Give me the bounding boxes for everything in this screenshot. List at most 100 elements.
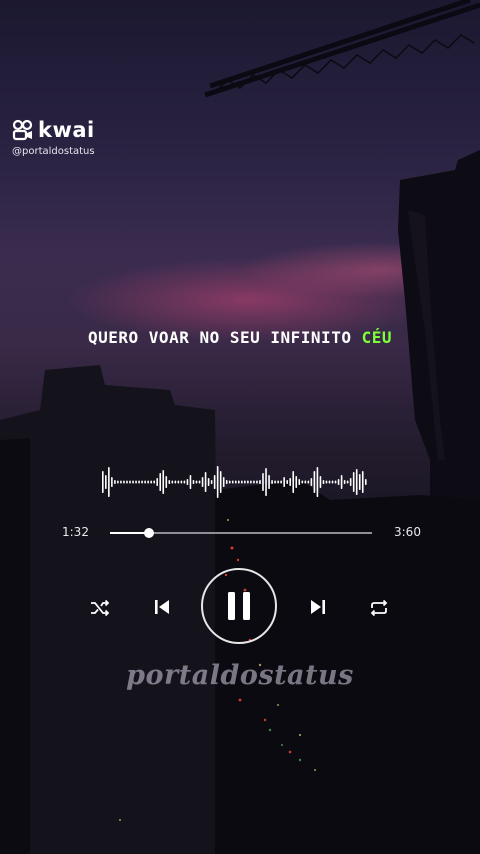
waveform-bar xyxy=(120,480,122,484)
waveform-bar xyxy=(159,473,162,491)
waveform-bar xyxy=(144,480,146,484)
waveform-bar xyxy=(219,471,222,493)
waveform-bar xyxy=(204,472,207,492)
waveform-bar xyxy=(235,480,237,484)
waveform-bar xyxy=(238,480,240,484)
waveform-bar xyxy=(126,480,128,484)
waveform-bar xyxy=(271,480,273,484)
waveform-bar xyxy=(292,471,295,493)
waveform-bar xyxy=(298,479,301,485)
waveform-bar xyxy=(117,480,119,484)
waveform-bar xyxy=(225,480,228,484)
waveform-bar xyxy=(174,480,177,484)
waveform-bar xyxy=(150,480,152,484)
repeat-icon xyxy=(370,599,388,617)
waveform-bar xyxy=(183,480,186,484)
waveform-bar xyxy=(189,475,192,489)
waveform-bar xyxy=(286,480,288,484)
waveform-bar xyxy=(265,468,267,496)
waveform-bar xyxy=(105,475,107,489)
pause-button[interactable] xyxy=(201,568,277,644)
waveform-bar xyxy=(162,470,165,494)
waveform-bar xyxy=(355,469,358,495)
brand-name: kwai xyxy=(38,118,95,142)
waveform-bar xyxy=(138,480,140,484)
waveform-bar xyxy=(201,477,204,487)
waveform-bar xyxy=(322,480,325,484)
waveform-bar xyxy=(307,480,310,484)
waveform-bar xyxy=(346,480,349,484)
waveform-bar xyxy=(331,480,334,484)
waveform-bar xyxy=(207,478,210,486)
waveform-bar xyxy=(213,475,216,489)
watermark-text: portaldostatus xyxy=(126,660,354,691)
waveform-bar xyxy=(358,474,361,490)
waveform-bar xyxy=(274,480,276,484)
kwai-logo-icon xyxy=(12,119,33,141)
waveform-bar xyxy=(259,480,261,484)
lyric-line: QUERO VOAR NO SEU INFINITO CÉU xyxy=(0,328,480,347)
waveform-bar xyxy=(210,480,213,484)
waveform-bar xyxy=(289,478,292,486)
audio-waveform xyxy=(102,466,367,498)
waveform-bar xyxy=(171,480,174,484)
waveform-bar xyxy=(316,467,319,497)
waveform-bar xyxy=(256,480,258,484)
waveform-bar xyxy=(165,476,168,488)
waveform-bar xyxy=(325,480,328,484)
waveform-bar xyxy=(283,477,285,487)
waveform-bar xyxy=(337,479,340,485)
waveform-bar xyxy=(198,480,201,484)
waveform-bar xyxy=(147,480,149,484)
waveform-bar xyxy=(186,479,189,485)
waveform-bar xyxy=(168,480,171,484)
lyric-text: QUERO VOAR NO SEU INFINITO xyxy=(88,328,352,347)
next-button[interactable] xyxy=(306,595,330,619)
waveform-bar xyxy=(216,466,219,498)
waveform-bar xyxy=(123,480,125,484)
waveform-bar xyxy=(141,480,143,484)
next-icon xyxy=(311,600,325,614)
waveform-bar xyxy=(156,478,159,486)
waveform-bar xyxy=(277,480,279,484)
waveform-bar xyxy=(241,480,243,484)
waveform-bar xyxy=(180,480,183,484)
waveform-bar xyxy=(334,480,337,484)
waveform-bar xyxy=(364,479,367,485)
repeat-button[interactable] xyxy=(367,596,391,620)
waveform-bar xyxy=(195,480,198,484)
previous-button[interactable] xyxy=(150,595,174,619)
waveform-bar xyxy=(268,475,270,489)
elapsed-time: 1:32 xyxy=(62,525,89,539)
waveform-bar xyxy=(310,478,313,486)
waveform-bar xyxy=(231,480,234,484)
lyric-highlight-word: CÉU xyxy=(361,328,392,347)
waveform-bar xyxy=(114,480,116,484)
waveform-bar xyxy=(343,480,346,484)
pause-icon xyxy=(228,592,250,620)
waveform-bar xyxy=(262,473,264,491)
total-duration: 3:60 xyxy=(394,525,421,539)
kwai-logo: kwai xyxy=(12,118,95,142)
waveform-bar xyxy=(132,480,134,484)
creator-handle: @portaldostatus xyxy=(12,146,95,157)
waveform-bar xyxy=(135,480,137,484)
waveform-bar xyxy=(244,480,246,484)
waveform-bar xyxy=(250,480,252,484)
waveform-bar xyxy=(222,477,225,487)
shuffle-icon xyxy=(91,599,110,617)
waveform-bar xyxy=(108,467,110,497)
waveform-bar xyxy=(129,480,131,484)
waveform-bar xyxy=(177,480,180,484)
waveform-bar xyxy=(361,471,364,493)
waveform-bar xyxy=(295,476,298,488)
waveform-bar xyxy=(301,480,304,484)
waveform-bar xyxy=(352,472,355,492)
waveform-bar xyxy=(319,476,322,488)
waveform-bar xyxy=(228,480,231,484)
previous-icon xyxy=(155,600,169,614)
shuffle-button[interactable] xyxy=(88,596,112,620)
waveform-bar xyxy=(349,478,352,486)
waveform-bar xyxy=(304,480,307,484)
progress-bar[interactable] xyxy=(110,528,372,538)
